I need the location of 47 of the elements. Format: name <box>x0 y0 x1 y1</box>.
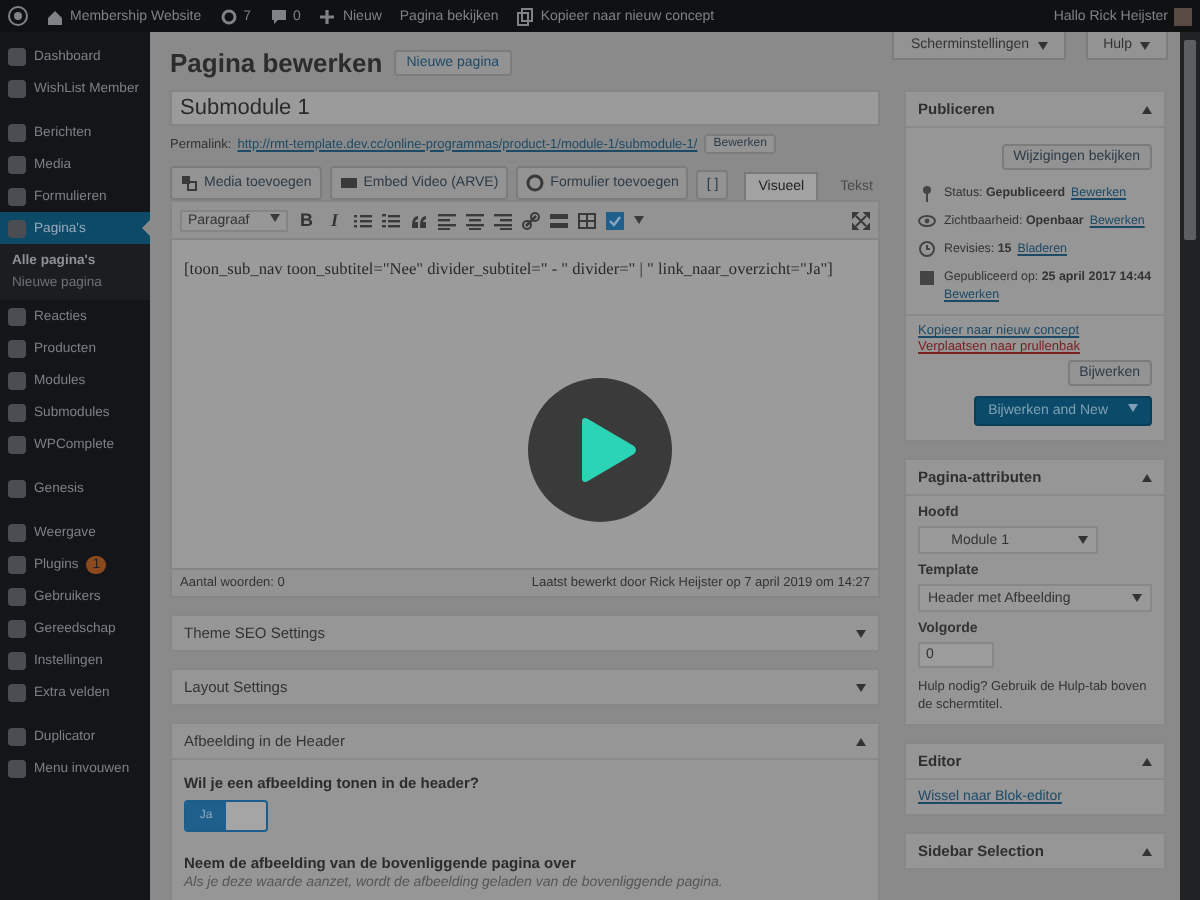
bullet-list-icon[interactable] <box>353 211 372 229</box>
fullscreen-icon[interactable] <box>852 211 870 229</box>
align-left-icon[interactable] <box>437 211 456 229</box>
gear-icon <box>526 174 545 192</box>
table-icon[interactable] <box>577 211 596 229</box>
image-icon <box>180 174 198 192</box>
menu-icon <box>8 479 26 497</box>
avatar-placeholder <box>1174 7 1192 25</box>
bold-button[interactable]: B <box>297 210 316 230</box>
toggle-icon[interactable] <box>1142 105 1152 113</box>
numbered-list-icon[interactable] <box>381 211 400 229</box>
page-title: Pagina bewerken <box>170 48 383 78</box>
link-icon[interactable] <box>521 211 540 229</box>
copy-icon <box>516 7 535 25</box>
title-field[interactable]: Submodule 1 <box>170 90 880 126</box>
toggle-icon[interactable] <box>856 629 866 637</box>
align-right-icon[interactable] <box>493 211 512 229</box>
play-icon <box>578 416 638 484</box>
history-icon <box>918 240 936 258</box>
caret-icon <box>1037 41 1048 49</box>
toggle-icon[interactable] <box>1142 757 1152 765</box>
caret-icon <box>1132 594 1142 602</box>
align-center-icon[interactable] <box>465 211 484 229</box>
caret-icon[interactable] <box>633 216 644 224</box>
home-icon <box>46 7 64 25</box>
toggle-icon[interactable] <box>1142 847 1152 855</box>
checkbox-icon[interactable] <box>605 211 624 229</box>
scrollbar[interactable] <box>1180 32 1200 900</box>
caret-icon <box>1078 536 1088 544</box>
refresh-icon <box>219 7 238 25</box>
caret-icon <box>269 213 280 221</box>
caret-icon <box>1128 404 1138 412</box>
editor-content[interactable]: [toon_sub_nav toon_subtitel="Nee" divider_subtitel=" - " divider=" | " link_naar_overzicht="Ja"] <box>172 240 878 568</box>
more-tag-icon[interactable] <box>549 211 568 229</box>
toggle-icon[interactable] <box>856 683 866 691</box>
toggle-icon[interactable] <box>1142 473 1152 481</box>
plus-icon <box>318 7 337 25</box>
speech-bubble-icon <box>269 7 288 25</box>
scroll-thumb[interactable] <box>1184 40 1196 240</box>
quote-icon[interactable] <box>409 211 428 229</box>
video-icon <box>339 174 358 192</box>
eye-icon <box>918 212 936 230</box>
toggle-icon[interactable] <box>856 737 866 745</box>
pin-icon <box>918 184 936 202</box>
italic-button[interactable]: I <box>325 210 344 230</box>
logo-icon[interactable] <box>8 6 28 26</box>
caret-icon <box>1140 41 1150 49</box>
